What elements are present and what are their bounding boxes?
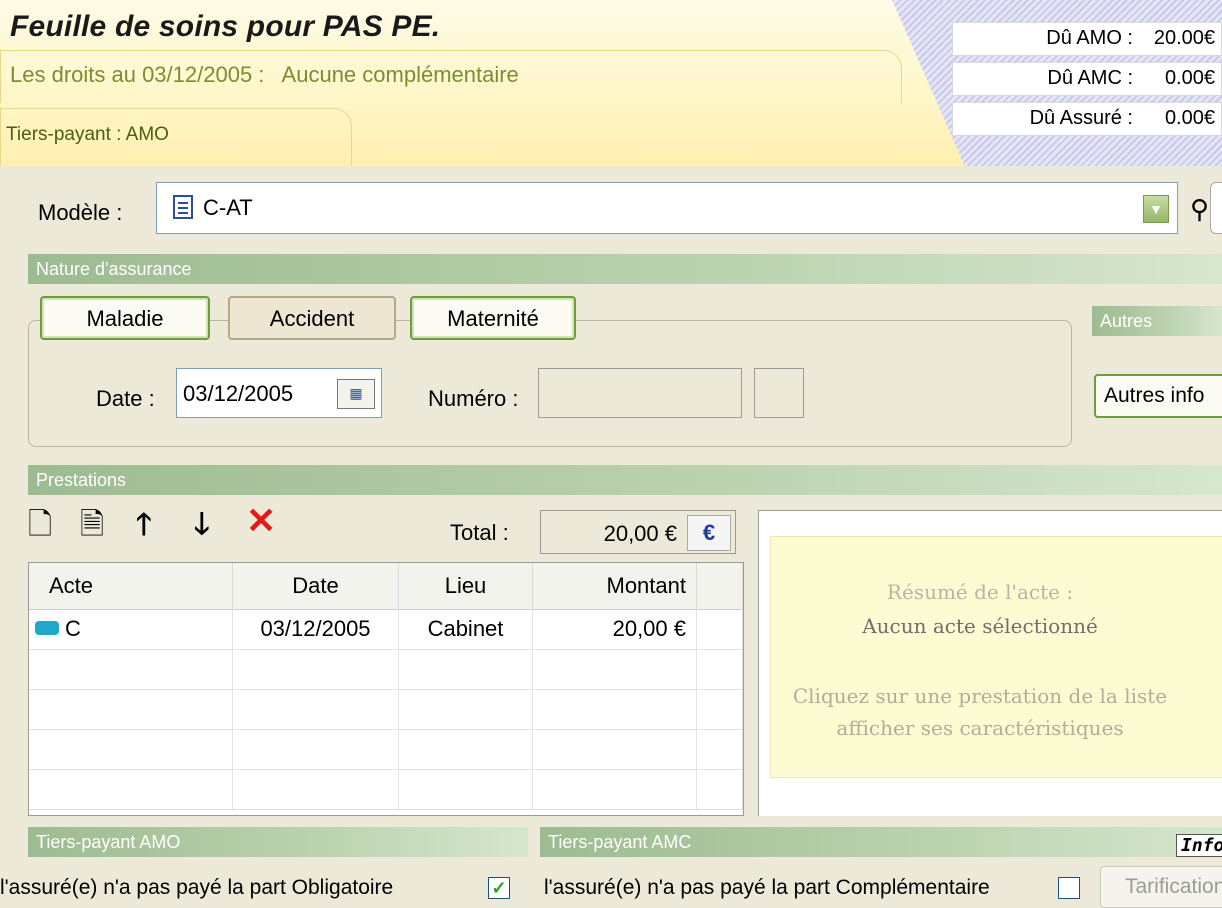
summary-none-text: Aucun acte sélectionné (862, 614, 1098, 638)
tiers-payant-amo-checkbox[interactable]: ✓ (488, 877, 510, 899)
chevron-down-icon[interactable]: ▼ (1143, 195, 1169, 223)
total-value: 20,00 € (603, 521, 677, 546)
lieu-cell: Cabinet (399, 609, 533, 649)
empty-cell (399, 689, 533, 729)
autres-section-title: Autres (1092, 306, 1222, 336)
summary-note (770, 536, 1222, 778)
acte-value: C (65, 616, 81, 641)
maternite-button[interactable]: Maternité (410, 296, 576, 340)
modele-label: Modèle : (38, 200, 123, 225)
delete-icon[interactable]: ✕ (246, 503, 276, 539)
calendar-icon[interactable]: ▦ (337, 379, 375, 409)
acte-cell: C (29, 609, 233, 649)
table-row-empty (29, 769, 743, 810)
due-assure-box: Dû Assuré : 0.00€ (952, 102, 1222, 136)
table-row[interactable]: C 03/12/2005 Cabinet 20,00 € (29, 609, 743, 650)
acte-card-icon (35, 621, 59, 636)
new-document-icon[interactable]: 🗋 (28, 510, 52, 540)
numero-field[interactable] (538, 368, 742, 418)
euro-button[interactable]: € (687, 515, 731, 551)
due-amo-label: Dû AMO : (1046, 27, 1133, 49)
date-value: 03/12/2005 (183, 381, 294, 406)
table-row-empty (29, 689, 743, 730)
prestations-section-title: Prestations (28, 465, 1222, 495)
page-title: Feuille de soins pour PAS PE. (10, 10, 441, 43)
tiers-payant-amc-title: Tiers-payant AMC (540, 827, 1222, 857)
empty-cell (533, 729, 697, 769)
total-label: Total : (450, 520, 509, 545)
extra-cell (697, 609, 743, 649)
empty-cell (399, 729, 533, 769)
prestations-table[interactable]: Acte Date Lieu Montant C 03/12/2005 Cabi… (28, 562, 744, 816)
modele-extra-button[interactable] (1210, 182, 1222, 234)
empty-cell (233, 729, 399, 769)
arrow-down-icon[interactable]: 🡓 (194, 510, 210, 540)
empty-cell (233, 649, 399, 689)
tiers-payant-amo-title: Tiers-payant AMO (28, 827, 528, 857)
tiers-payant-amc-label: l'assuré(e) n'a pas payé la part Complém… (544, 876, 990, 899)
document-icon (173, 195, 193, 219)
summary-hint-line2: afficher ses caractéristiques (836, 716, 1124, 740)
empty-cell (29, 729, 233, 769)
tiers-payant-label: Tiers-payant : AMO (6, 124, 169, 145)
due-amo-value: 20.00€ (1153, 27, 1215, 49)
empty-cell (399, 649, 533, 689)
column-header-montant[interactable]: Montant (533, 563, 697, 609)
due-amc-box: Dû AMC : 0.00€ (952, 62, 1222, 96)
empty-cell (233, 689, 399, 729)
empty-cell (29, 689, 233, 729)
tiers-payant-amc-checkbox[interactable] (1058, 877, 1080, 899)
rights-prefix: Les droits au 03/12/2005 : (10, 62, 265, 87)
column-header-extra (697, 563, 743, 609)
empty-cell (399, 769, 533, 809)
nature-section-title: Nature d'assurance (28, 254, 1222, 284)
tiers-payant-amo-label: l'assuré(e) n'a pas payé la part Obligat… (0, 876, 394, 899)
header-panel: Feuille de soins pour PAS PE. Les droits… (0, 0, 1222, 166)
info-button[interactable]: Info (1176, 834, 1222, 857)
empty-cell (533, 769, 697, 809)
empty-cell (697, 769, 743, 809)
montant-cell: 20,00 € (533, 609, 697, 649)
due-assure-label: Dû Assuré : (1029, 107, 1133, 129)
tarification-button[interactable]: Tarification (1100, 866, 1222, 908)
column-header-lieu[interactable]: Lieu (399, 563, 533, 609)
date-cell: 03/12/2005 (233, 609, 399, 649)
due-amc-value: 0.00€ (1164, 67, 1215, 89)
due-amo-box: Dû AMO : 20.00€ (952, 22, 1222, 56)
summary-title: Résumé de l'acte : (886, 580, 1074, 604)
column-header-acte[interactable]: Acte (29, 563, 233, 609)
empty-cell (233, 769, 399, 809)
numero-key-field[interactable] (754, 368, 804, 418)
rights-line: Les droits au 03/12/2005 : Aucune complé… (10, 62, 519, 88)
table-row-empty (29, 729, 743, 770)
rights-value: Aucune complémentaire (281, 62, 519, 87)
summary-hint-line1: Cliquez sur une prestation de la liste (792, 684, 1168, 708)
numero-label: Numéro : (428, 386, 519, 411)
maladie-button[interactable]: Maladie (40, 296, 210, 340)
due-assure-value: 0.00€ (1164, 107, 1215, 129)
column-header-date[interactable]: Date (233, 563, 399, 609)
table-header: Acte Date Lieu Montant (29, 563, 743, 610)
empty-cell (533, 649, 697, 689)
empty-cell (697, 649, 743, 689)
copy-document-icon[interactable]: 🗎 (80, 510, 104, 540)
total-field: 20,00 € € (540, 510, 736, 554)
empty-cell (697, 689, 743, 729)
empty-cell (697, 729, 743, 769)
modele-select[interactable]: C-AT ▼ (156, 182, 1178, 234)
arrow-up-icon[interactable]: 🡑 (136, 510, 152, 540)
accident-button[interactable]: Accident (228, 296, 396, 340)
due-amc-label: Dû AMC : (1047, 67, 1133, 89)
modele-value: C-AT (203, 195, 253, 220)
table-row-empty (29, 649, 743, 690)
search-binoculars-icon[interactable]: ⚲ (1190, 194, 1209, 225)
empty-cell (29, 769, 233, 809)
empty-cell (29, 649, 233, 689)
date-label: Date : (96, 386, 155, 411)
autres-info-button[interactable]: Autres info (1094, 374, 1222, 418)
date-field[interactable]: 03/12/2005 ▦ (176, 368, 382, 418)
empty-cell (533, 689, 697, 729)
